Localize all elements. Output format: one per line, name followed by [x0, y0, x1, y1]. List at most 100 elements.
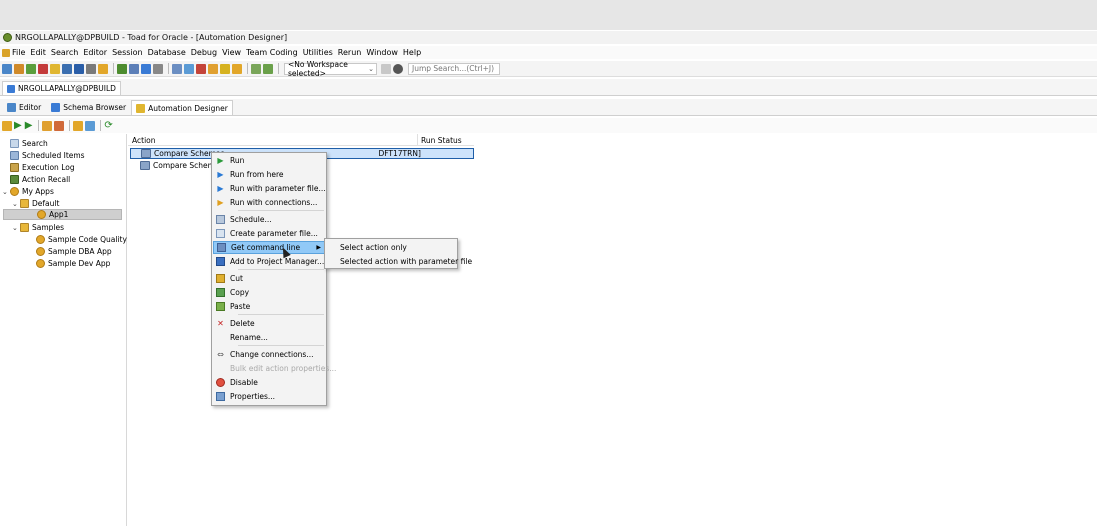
menu-item-run[interactable]: ▶ Run	[213, 154, 325, 167]
chevron-down-icon: ⌄	[368, 64, 374, 73]
menu-debug[interactable]: Debug	[191, 48, 217, 57]
menu-item-copy[interactable]: Copy	[213, 286, 325, 299]
submenu-item-select-action-only[interactable]: Select action only	[340, 241, 407, 254]
tool-orange-icon[interactable]	[208, 63, 218, 74]
menu-database[interactable]: Database	[148, 48, 186, 57]
menu-team-coding[interactable]: Team Coding	[246, 48, 298, 57]
tree-item-search[interactable]: Search	[10, 138, 48, 149]
tool-red-icon[interactable]	[196, 63, 206, 74]
menu-help[interactable]: Help	[403, 48, 421, 57]
project-manager-icon[interactable]	[98, 63, 108, 74]
tree-item-sample-dev-app[interactable]: Sample Dev App	[36, 258, 110, 269]
menu-item-schedule[interactable]: Schedule...	[213, 213, 325, 226]
menu-editor[interactable]: Editor	[83, 48, 107, 57]
new-editor-icon[interactable]	[2, 63, 12, 74]
tool-gold-icon[interactable]	[232, 63, 242, 74]
delete-app-icon[interactable]	[54, 120, 65, 131]
refresh-icon[interactable]	[129, 63, 139, 74]
automation-toolbar: ▶ ▶ ⟳	[0, 118, 1097, 133]
session-browser-icon[interactable]	[26, 63, 36, 74]
menu-item-cut[interactable]: Cut	[213, 272, 325, 285]
menu-item-run-from-here[interactable]: ▶ Run from here	[213, 168, 325, 181]
menu-window[interactable]: Window	[366, 48, 398, 57]
grid-icon[interactable]	[172, 63, 182, 74]
main-toolbar: <No Workspace selected> ⌄ Jump Search...…	[0, 60, 1097, 78]
sql-tracker-icon[interactable]	[38, 63, 48, 74]
tool-yellow-icon[interactable]	[220, 63, 230, 74]
menu-separator	[238, 210, 324, 211]
menu-item-run-with-parameter-file[interactable]: ▶ Run with parameter file...	[213, 182, 325, 195]
connection-tab[interactable]: NRGOLLAPALLY@DPBUILD	[2, 81, 121, 95]
tab-editor[interactable]: Editor	[2, 100, 46, 115]
toad-app-icon	[3, 33, 12, 42]
new-action-icon[interactable]	[2, 120, 12, 131]
jump-search-input[interactable]: Jump Search...(Ctrl+J)	[408, 62, 500, 75]
menu-utilities[interactable]: Utilities	[303, 48, 333, 57]
menu-edit[interactable]: Edit	[30, 48, 46, 57]
tree-item-default[interactable]: ⌄ Default	[12, 198, 59, 209]
connection-arrows-icon: ⇔	[217, 350, 224, 359]
chevron-down-icon[interactable]: ⌄	[2, 188, 9, 196]
schema-browser-icon[interactable]	[14, 63, 24, 74]
menu-item-properties[interactable]: Properties...	[213, 390, 325, 403]
tree-item-scheduled-items[interactable]: Scheduled Items	[10, 150, 85, 161]
automation-icon[interactable]	[50, 63, 60, 74]
table-row[interactable]: Compare Schemas	[130, 160, 223, 171]
recall-icon	[10, 175, 19, 184]
menu-item-add-to-project-manager[interactable]: Add to Project Manager...	[213, 255, 325, 268]
menu-separator	[238, 345, 324, 346]
chevron-down-icon[interactable]: ⌄	[12, 200, 19, 208]
export-icon[interactable]	[85, 120, 96, 131]
export-icon[interactable]	[184, 63, 194, 74]
menu-session[interactable]: Session	[112, 48, 143, 57]
tab-automation-designer[interactable]: Automation Designer	[131, 100, 233, 115]
report-icon[interactable]	[74, 63, 84, 74]
new-connection-icon[interactable]	[141, 63, 151, 74]
disconnect-icon[interactable]	[153, 63, 163, 74]
tree-item-app1[interactable]: App1	[3, 209, 122, 220]
menu-search[interactable]: Search	[51, 48, 78, 57]
refresh-icon[interactable]: ⟳	[104, 120, 112, 131]
tree-item-execution-log[interactable]: Execution Log	[10, 162, 75, 173]
command-line-icon	[217, 243, 226, 252]
menu-item-get-command-line[interactable]: Get command line ▶	[213, 241, 325, 254]
tree-item-sample-dba-app[interactable]: Sample DBA App	[36, 246, 112, 257]
menu-bar: File Edit Search Editor Session Database…	[0, 46, 1097, 59]
menu-item-paste[interactable]: Paste	[213, 300, 325, 313]
connect-icon[interactable]	[117, 63, 127, 74]
menu-item-disable[interactable]: Disable	[213, 376, 325, 389]
play-icon: ▶	[217, 156, 224, 165]
menu-item-change-connections[interactable]: ⇔ Change connections...	[213, 348, 325, 361]
chevron-down-icon[interactable]: ⌄	[12, 224, 19, 232]
tree-item-action-recall[interactable]: Action Recall	[10, 174, 70, 185]
run-icon[interactable]: ▶	[14, 120, 22, 131]
run-from-here-icon[interactable]: ▶	[25, 120, 33, 131]
tree-item-samples[interactable]: ⌄ Samples	[12, 222, 64, 233]
tab-schema-browser[interactable]: Schema Browser	[46, 100, 131, 115]
header-divider	[128, 145, 474, 146]
menu-file[interactable]: File	[2, 48, 25, 57]
tree-item-sample-code-quality[interactable]: Sample Code Quality ...	[36, 234, 136, 245]
menu-item-bulk-edit[interactable]: Bulk edit action properties...	[213, 362, 336, 375]
workspace-dropdown[interactable]: <No Workspace selected> ⌄	[284, 60, 377, 78]
menu-item-create-parameter-file[interactable]: Create parameter file...	[213, 227, 325, 240]
submenu-item-action-with-parameter-file[interactable]: Selected action with parameter file	[340, 255, 472, 268]
database-icon[interactable]	[62, 63, 72, 74]
options-icon[interactable]	[86, 63, 96, 74]
menu-item-run-with-connections[interactable]: ▶ Run with connections...	[213, 196, 325, 209]
graduation-cap-icon[interactable]	[393, 63, 403, 74]
column-header-run-status[interactable]: Run Status	[421, 136, 462, 145]
menu-item-rename[interactable]: Rename...	[213, 331, 325, 344]
column-header-action[interactable]: Action	[132, 136, 156, 145]
menu-view[interactable]: View	[222, 48, 241, 57]
team-coding-icon[interactable]	[251, 63, 261, 74]
menu-item-delete[interactable]: ✕ Delete	[213, 317, 325, 330]
tree-item-my-apps[interactable]: ⌄ My Apps	[2, 186, 54, 197]
import-icon[interactable]	[73, 120, 84, 131]
disable-icon	[216, 378, 225, 387]
log-icon	[10, 163, 19, 172]
workspace-settings-icon[interactable]	[381, 63, 391, 74]
menu-rerun[interactable]: Rerun	[338, 48, 362, 57]
new-app-icon[interactable]	[42, 120, 53, 131]
checkin-icon[interactable]	[263, 63, 273, 74]
